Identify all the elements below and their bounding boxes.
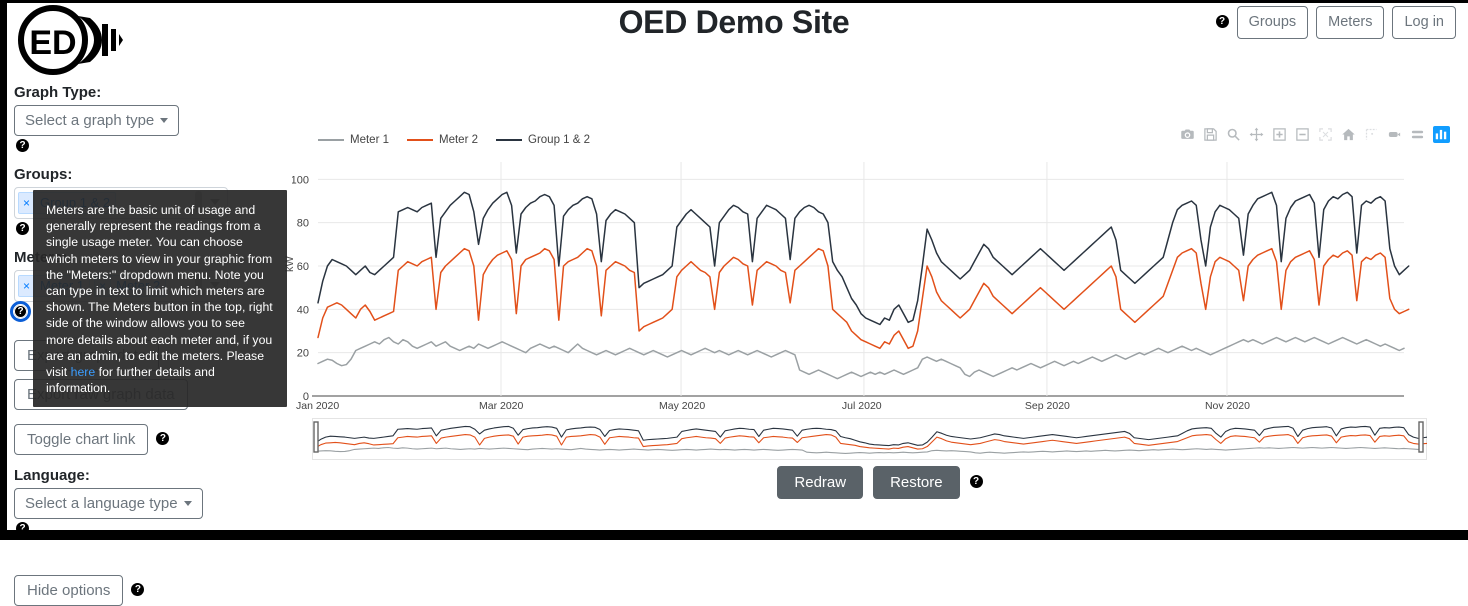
chevron-down-icon bbox=[160, 118, 169, 123]
x-axis-tick: Mar 2020 bbox=[478, 400, 524, 412]
legend-swatch bbox=[496, 138, 522, 142]
chart-svg: 020406080100 bbox=[291, 162, 1410, 403]
hide-options-help-icon[interactable] bbox=[131, 583, 145, 596]
svg-text:ED: ED bbox=[29, 24, 76, 62]
tooltip-here-link[interactable]: here bbox=[71, 365, 96, 379]
chart-range-slider[interactable] bbox=[312, 418, 1428, 460]
legend-swatch bbox=[318, 138, 344, 142]
chart-controls-help-icon[interactable] bbox=[969, 475, 983, 488]
camera-icon[interactable] bbox=[1180, 127, 1195, 142]
zoom-in-icon[interactable] bbox=[1272, 127, 1287, 142]
restore-button[interactable]: Restore bbox=[873, 466, 960, 499]
oed-logo: ED bbox=[10, 4, 125, 76]
graph-type-label: Graph Type: bbox=[14, 84, 102, 101]
header-help-icon[interactable] bbox=[1215, 15, 1229, 29]
meters-help-icon[interactable] bbox=[10, 301, 31, 323]
zoom-out-icon[interactable] bbox=[1295, 127, 1310, 142]
x-axis-tick: Sep 2020 bbox=[1024, 400, 1070, 412]
chart-modebar bbox=[1180, 126, 1450, 143]
hover-compare-icon[interactable] bbox=[1387, 127, 1402, 142]
x-axis-labels: Jan 2020 Mar 2020 May 2020 Jul 2020 Sep 2020… bbox=[292, 400, 1468, 414]
x-axis-tick: Jan 2020 bbox=[296, 400, 340, 412]
svg-text:60: 60 bbox=[297, 261, 309, 273]
graph-type-select[interactable]: Select a graph type bbox=[14, 105, 180, 136]
meters-help-tooltip: Meters are the basic unit of usage and g… bbox=[33, 190, 287, 408]
graph-type-help-row bbox=[16, 138, 276, 156]
meters-button[interactable]: Meters bbox=[1316, 6, 1385, 40]
usage-chart: Meter 1 Meter 2 Group 1 & 2 kW 0 20 40 60 80… bbox=[284, 118, 1468, 499]
range-slider-svg bbox=[312, 418, 1428, 460]
hover-closest-icon[interactable] bbox=[1410, 127, 1425, 142]
language-select-value: Select a language type bbox=[25, 495, 178, 512]
header-actions: Groups Meters Log in bbox=[1215, 6, 1456, 40]
legend-item-group[interactable]: Group 1 & 2 bbox=[496, 134, 590, 146]
svg-text:20: 20 bbox=[297, 348, 309, 360]
x-axis-tick: Jul 2020 bbox=[841, 400, 882, 412]
redraw-button[interactable]: Redraw bbox=[777, 466, 864, 499]
svg-text:100: 100 bbox=[292, 174, 309, 186]
language-label: Language: bbox=[14, 467, 90, 484]
chart-controls: Redraw Restore bbox=[292, 466, 1468, 499]
bottom-black-bar bbox=[0, 530, 1468, 540]
disk-save-icon[interactable] bbox=[1203, 127, 1218, 142]
graph-type-select-value: Select a graph type bbox=[25, 112, 155, 129]
plotly-logo-icon[interactable] bbox=[1433, 126, 1450, 143]
hide-options-button[interactable]: Hide options bbox=[14, 575, 124, 606]
toggle-chart-link-help-icon[interactable] bbox=[156, 432, 170, 445]
language-select[interactable]: Select a language type bbox=[14, 488, 203, 519]
tooltip-text-before-link: Meters are the basic unit of usage and g… bbox=[46, 203, 273, 380]
svg-text:40: 40 bbox=[297, 304, 309, 316]
graph-type-help-icon[interactable] bbox=[16, 139, 29, 153]
groups-label: Groups: bbox=[14, 166, 73, 183]
x-axis-tick: Nov 2020 bbox=[1204, 400, 1250, 412]
groups-help-icon[interactable] bbox=[16, 222, 29, 236]
chart-legend: Meter 1 Meter 2 Group 1 & 2 bbox=[318, 134, 590, 146]
zoom-magnifier-icon[interactable] bbox=[1226, 127, 1241, 142]
left-black-edge bbox=[0, 0, 7, 540]
svg-text:80: 80 bbox=[297, 218, 309, 230]
page-header: OED Demo Site Groups Meters Log in bbox=[0, 0, 1468, 62]
groups-button[interactable]: Groups bbox=[1236, 6, 1309, 40]
legend-item-meter2[interactable]: Meter 2 bbox=[407, 134, 478, 146]
chart-plot-area[interactable]: kW 0 20 40 60 80 100 bbox=[284, 154, 1468, 414]
toggle-spikelines-icon[interactable] bbox=[1364, 127, 1379, 142]
top-black-edge bbox=[0, 0, 1468, 3]
autoscale-icon[interactable] bbox=[1318, 127, 1333, 142]
login-button[interactable]: Log in bbox=[1392, 6, 1456, 40]
toggle-chart-link-button[interactable]: Toggle chart link bbox=[14, 424, 149, 455]
legend-swatch bbox=[407, 138, 433, 142]
pan-move-icon[interactable] bbox=[1249, 127, 1264, 142]
chevron-down-icon bbox=[183, 501, 192, 506]
reset-home-icon[interactable] bbox=[1341, 127, 1356, 142]
x-axis-tick: May 2020 bbox=[659, 400, 706, 412]
legend-label: Group 1 & 2 bbox=[528, 134, 591, 146]
legend-label: Meter 1 bbox=[350, 134, 389, 146]
legend-item-meter1[interactable]: Meter 1 bbox=[318, 134, 389, 146]
legend-label: Meter 2 bbox=[439, 134, 478, 146]
